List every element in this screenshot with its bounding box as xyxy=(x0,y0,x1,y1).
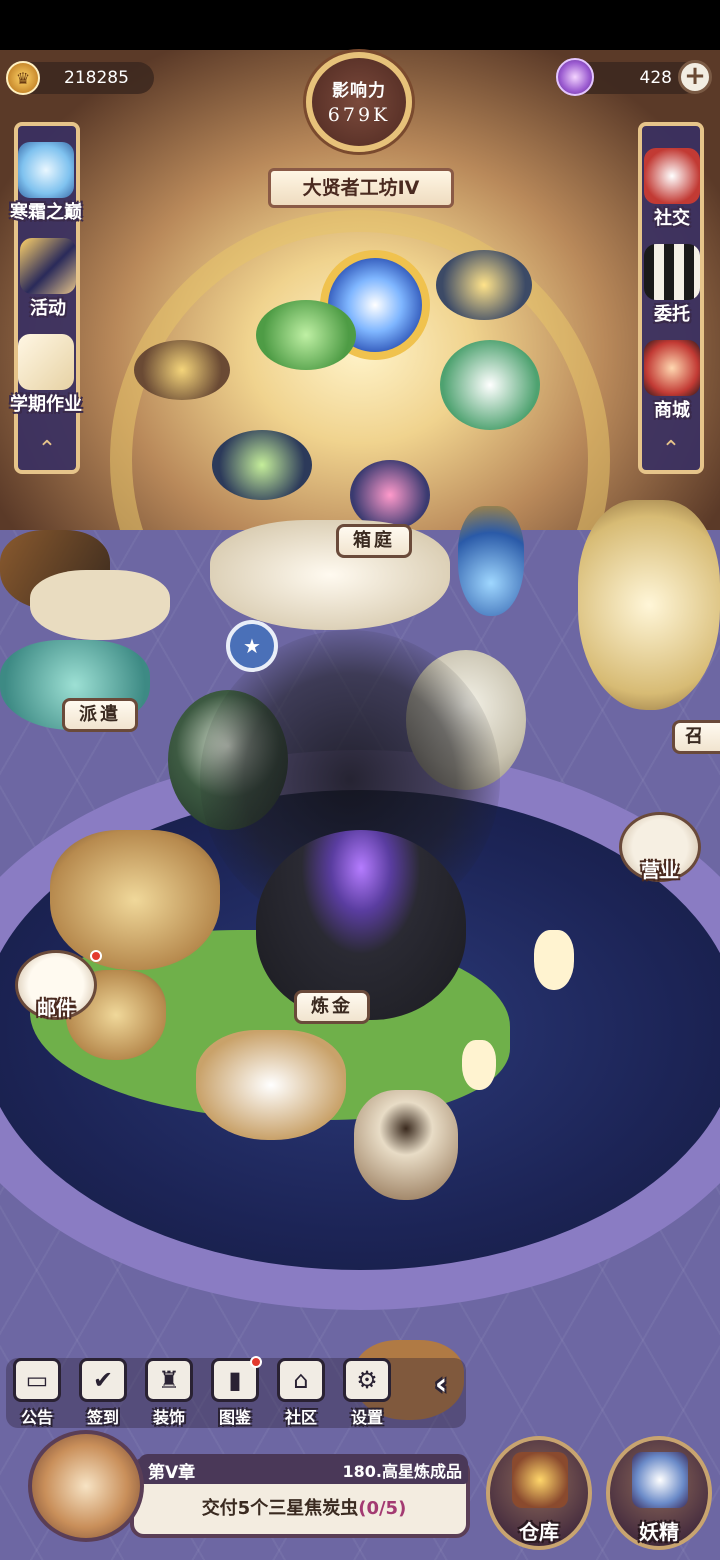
business-label: 营业 xyxy=(640,860,679,882)
right-menu-collapse-icon[interactable]: ⌃ xyxy=(656,438,686,462)
warehouse-button[interactable]: 仓库 xyxy=(486,1436,592,1550)
glove-basket xyxy=(196,1030,346,1140)
quest-text: 交付5个三星焦炭虫 xyxy=(201,1498,359,1519)
quest-star-bubble-icon[interactable]: ★ xyxy=(226,620,278,672)
toolbar-collapse-icon[interactable]: ‹ xyxy=(424,1364,458,1408)
add-gems-button[interactable]: + xyxy=(678,60,712,94)
menu-label: 寒霜之巅 xyxy=(10,202,82,223)
toolbar-decorate[interactable]: ♜ 装饰 xyxy=(140,1358,198,1428)
crown-coin-icon: ♛ xyxy=(6,61,40,95)
alchemy-tag[interactable]: 炼金 xyxy=(294,990,370,1024)
coin-value: 218285 xyxy=(64,68,129,88)
tool-label: 签到 xyxy=(86,1408,119,1427)
castle-icon: ♜ xyxy=(145,1358,193,1402)
toolbar-collection[interactable]: ▮ 图鉴 xyxy=(206,1356,264,1428)
notice-board-icon xyxy=(644,244,700,300)
left-menu-collapse-icon[interactable]: ⌃ xyxy=(32,438,62,462)
calendar-check-icon: ✔ xyxy=(79,1358,127,1402)
house-icon: ⌂ xyxy=(277,1358,325,1402)
business-button[interactable]: 营业 xyxy=(612,812,708,892)
menu-item-commission[interactable]: 委托 xyxy=(622,244,720,326)
workshop-title[interactable]: 大贤者工坊IV xyxy=(268,168,454,208)
fairy-button[interactable]: 妖精 xyxy=(606,1436,712,1550)
candle-right xyxy=(534,930,574,990)
menu-label: 社交 xyxy=(654,208,690,229)
quest-description: 交付5个三星焦炭虫(0/5) xyxy=(154,1494,454,1520)
coin-counter[interactable]: ♛ 218285 xyxy=(6,61,154,95)
tree-stump-table xyxy=(50,830,220,970)
warehouse-label: 仓库 xyxy=(519,1520,559,1544)
menu-label: 商城 xyxy=(654,400,690,421)
summon-statue[interactable] xyxy=(578,500,720,710)
purple-gem-icon xyxy=(556,58,594,96)
bottom-toolbar: ▭ 公告 ✔ 签到 ♜ 装饰 ▮ 图鉴 ⌂ 社区 ⚙ 设置 ‹ xyxy=(6,1356,466,1428)
open-book xyxy=(30,570,170,640)
tool-label: 设置 xyxy=(350,1408,383,1427)
menu-item-frost-peak[interactable]: 寒霜之巅 xyxy=(0,142,96,224)
floating-plant-2[interactable] xyxy=(134,340,230,400)
mail-button[interactable]: 邮件 xyxy=(8,950,104,1030)
toolbar-announcement[interactable]: ▭ 公告 xyxy=(8,1358,66,1428)
scroll-icon xyxy=(18,334,74,390)
influence-label: 影响力 xyxy=(332,81,386,101)
menu-label: 学期作业 xyxy=(10,394,82,415)
menu-item-shop[interactable]: 商城 xyxy=(622,340,720,422)
floating-plant-5[interactable] xyxy=(212,430,312,500)
tool-label: 公告 xyxy=(20,1408,53,1427)
mail-notification-dot xyxy=(90,950,102,962)
influence-frame xyxy=(306,52,412,152)
menu-label: 活动 xyxy=(30,298,66,319)
status-bar xyxy=(0,0,720,50)
gem-counter[interactable]: 428 + xyxy=(556,58,712,98)
gem-value: 428 xyxy=(639,68,672,88)
tool-label: 社区 xyxy=(284,1408,317,1427)
game-scene[interactable] xyxy=(0,50,720,1560)
menu-item-social[interactable]: 社交 xyxy=(622,148,720,230)
toolbar-settings[interactable]: ⚙ 设置 xyxy=(338,1358,396,1428)
potion-bottle[interactable] xyxy=(458,506,524,616)
menu-item-homework[interactable]: 学期作业 xyxy=(0,334,96,416)
collection-notification-dot xyxy=(250,1356,262,1368)
garden-tag[interactable]: 箱庭 xyxy=(336,524,412,558)
treasure-chest-icon xyxy=(512,1452,568,1508)
dispatch-tag[interactable]: 派遣 xyxy=(62,698,138,732)
influence-badge[interactable]: 影响力 679K xyxy=(284,52,434,162)
quest-tracker[interactable]: 第V章 180.高星炼成品 交付5个三星焦炭虫(0/5) xyxy=(28,1430,474,1548)
fairy-icon xyxy=(632,1452,688,1508)
floating-plant-3[interactable] xyxy=(436,250,532,320)
fairy-label: 妖精 xyxy=(639,1520,679,1544)
birds-icon xyxy=(644,148,700,204)
candle-front xyxy=(462,1040,496,1090)
ice-crystal-icon xyxy=(18,142,74,198)
spellbook-icon xyxy=(28,1430,144,1542)
menu-label: 委托 xyxy=(654,304,690,325)
quest-progress: (0/5) xyxy=(358,1498,407,1519)
toolbar-checkin[interactable]: ✔ 签到 xyxy=(74,1358,132,1428)
tool-label: 图鉴 xyxy=(218,1408,251,1427)
white-beast xyxy=(210,520,450,630)
mail-label: 邮件 xyxy=(36,998,75,1020)
clay-jar xyxy=(354,1090,458,1200)
tool-label: 装饰 xyxy=(152,1408,185,1427)
quest-chapter: 第V章 xyxy=(148,1463,196,1483)
floating-plant-4[interactable] xyxy=(440,340,540,430)
shop-character-icon xyxy=(644,340,700,396)
event-banner-icon xyxy=(20,238,76,294)
quest-step: 180.高星炼成品 xyxy=(342,1462,462,1481)
toolbar-community[interactable]: ⌂ 社区 xyxy=(272,1358,330,1428)
floating-plant-1[interactable] xyxy=(256,300,356,370)
influence-value: 679K xyxy=(327,104,391,126)
gear-icon: ⚙ xyxy=(343,1358,391,1402)
summon-tag[interactable]: 召 xyxy=(672,720,720,754)
menu-item-event[interactable]: 活动 xyxy=(0,238,98,320)
notice-icon: ▭ xyxy=(13,1358,61,1402)
